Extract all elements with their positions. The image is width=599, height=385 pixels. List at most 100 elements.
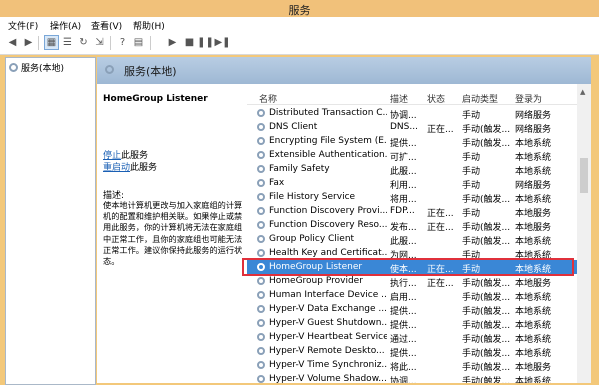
list-icon[interactable]: ☰ bbox=[61, 36, 74, 49]
service-name: Human Interface Device ... bbox=[269, 290, 387, 300]
description-text: 使本地计算机更改与加入家庭组的计算机的配置和维护相关联。如果停止或禁用此服务，你… bbox=[103, 200, 243, 267]
service-gear-icon bbox=[257, 235, 265, 243]
column-header-row: 名称 描述 状态 启动类型 登录为 bbox=[247, 84, 587, 105]
console-tree: 服务(本地) bbox=[5, 57, 96, 385]
table-row[interactable]: Hyper-V Heartbeat Service 通过... 手动(触发... 本地… bbox=[247, 330, 587, 345]
service-gear-icon bbox=[257, 277, 265, 285]
service-name: File History Service bbox=[269, 192, 356, 202]
tree-item-label: 服务(本地) bbox=[21, 64, 65, 74]
window-title: 服务 bbox=[288, 4, 311, 17]
restart-action: 重启动此服务 bbox=[103, 160, 157, 173]
table-row[interactable]: DNS Client DNS... 正在... 手动(触发... 网络服务 bbox=[247, 120, 587, 135]
service-gear-icon bbox=[257, 291, 265, 299]
service-logon: 本地系统 bbox=[515, 377, 552, 383]
menu-action[interactable]: 操作(A) bbox=[50, 19, 81, 32]
service-name: Encrypting File System (E... bbox=[269, 136, 387, 146]
service-gear-icon bbox=[257, 221, 265, 229]
services-pane: 服务(本地) HomeGroup Listener 停止此服务 重启动此服务 描… bbox=[97, 57, 599, 383]
vertical-scrollbar[interactable]: ▲ bbox=[577, 84, 591, 383]
service-gear-icon bbox=[257, 151, 265, 159]
services-gear-icon bbox=[9, 63, 18, 72]
service-name: Health Key and Certificat... bbox=[269, 248, 387, 258]
extended-description-panel: HomeGroup Listener 停止此服务 重启动此服务 描述: 使本地计… bbox=[97, 84, 247, 383]
scroll-thumb[interactable] bbox=[580, 158, 588, 193]
column-header-name[interactable]: 名称 bbox=[259, 92, 277, 105]
help-icon[interactable]: ? bbox=[116, 36, 129, 49]
table-row[interactable]: Hyper-V Guest Shutdown... 提供... 手动(触发... 本地… bbox=[247, 316, 587, 331]
stop-service-icon[interactable]: ■ bbox=[183, 36, 196, 49]
service-name: Hyper-V Data Exchange ... bbox=[269, 304, 387, 314]
service-gear-icon bbox=[257, 361, 265, 369]
service-gear-icon bbox=[257, 207, 265, 215]
tree-item-services-local[interactable]: 服务(本地) bbox=[9, 61, 64, 74]
scroll-up-icon[interactable]: ▲ bbox=[580, 88, 585, 96]
menu-help[interactable]: 帮助(H) bbox=[133, 19, 165, 32]
service-name: Distributed Transaction C... bbox=[269, 108, 387, 118]
export-list-icon[interactable]: ⇲ bbox=[93, 36, 106, 49]
service-name: Function Discovery Reso... bbox=[269, 220, 387, 230]
service-gear-icon bbox=[257, 319, 265, 327]
table-row[interactable]: File History Service 将用... 手动(触发... 本地系统 bbox=[247, 190, 587, 205]
service-name: HomeGroup Provider bbox=[269, 276, 363, 286]
restart-service-icon[interactable]: ▶❚ bbox=[214, 36, 230, 49]
back-icon[interactable]: ◀ bbox=[6, 36, 19, 49]
table-row[interactable]: Extensible Authentication... 可扩... 手动 本地系统 bbox=[247, 148, 587, 163]
title-bar: 服务 bbox=[0, 0, 599, 17]
table-row[interactable]: Distributed Transaction C... 协调... 手动 网络服务 bbox=[247, 106, 587, 121]
table-row[interactable]: Family Safety 此服... 手动 本地系统 bbox=[247, 162, 587, 177]
service-name: Function Discovery Provi... bbox=[269, 206, 387, 216]
table-row[interactable]: HomeGroup Provider 执行... 正在... 手动(触发... 本地服务 bbox=[247, 274, 587, 289]
column-header-status[interactable]: 状态 bbox=[427, 92, 445, 105]
service-name: DNS Client bbox=[269, 122, 318, 132]
highlight-box bbox=[242, 258, 574, 276]
service-gear-icon bbox=[257, 179, 265, 187]
table-row[interactable]: Hyper-V Data Exchange ... 提供... 手动(触发... 本地… bbox=[247, 302, 587, 317]
service-description: FDP... bbox=[390, 206, 415, 216]
service-gear-icon bbox=[257, 333, 265, 341]
service-name: Group Policy Client bbox=[269, 234, 355, 244]
service-name: Hyper-V Time Synchroniz... bbox=[269, 360, 387, 370]
services-table: 名称 描述 状态 启动类型 登录为 Distributed Transactio… bbox=[247, 84, 587, 383]
service-gear-icon bbox=[257, 249, 265, 257]
table-row[interactable]: Hyper-V Time Synchroniz... 将此... 手动(触发... 本… bbox=[247, 358, 587, 373]
toolbar-separator bbox=[38, 36, 39, 50]
toolbar: ◀ ▶ ▦ ☰ ↻ ⇲ ? ▤ ▶ ■ ❚❚ ▶❚ bbox=[0, 33, 599, 55]
table-row[interactable]: Function Discovery Reso... 发布... 正在... 手动(触… bbox=[247, 218, 587, 233]
service-description: DNS... bbox=[390, 122, 418, 132]
column-header-logon-as[interactable]: 登录为 bbox=[515, 92, 542, 105]
menu-view[interactable]: 查看(V) bbox=[91, 19, 122, 32]
menu-file[interactable]: 文件(F) bbox=[8, 19, 38, 32]
window-edge bbox=[591, 57, 599, 383]
properties-icon[interactable]: ▤ bbox=[132, 36, 145, 49]
service-gear-icon bbox=[257, 123, 265, 131]
column-header-description[interactable]: 描述 bbox=[390, 92, 408, 105]
table-row[interactable]: Group Policy Client 此服... 手动(触发... 本地系统 bbox=[247, 232, 587, 247]
service-gear-icon bbox=[257, 305, 265, 313]
table-row[interactable]: Fax 利用... 手动 网络服务 bbox=[247, 176, 587, 191]
service-name: Hyper-V Remote Deskto... bbox=[269, 346, 385, 356]
pane-header: 服务(本地) bbox=[97, 57, 599, 84]
service-name: Extensible Authentication... bbox=[269, 150, 387, 160]
table-row[interactable]: Hyper-V Remote Deskto... 提供... 手动(触发... 本地系… bbox=[247, 344, 587, 359]
forward-icon[interactable]: ▶ bbox=[22, 36, 35, 49]
table-row[interactable]: Human Interface Device ... 启用... 手动(触发... 本… bbox=[247, 288, 587, 303]
table-row[interactable]: Function Discovery Provi... FDP... 正在... 手动… bbox=[247, 204, 587, 219]
service-gear-icon bbox=[257, 137, 265, 145]
table-row[interactable]: Hyper-V Volume Shadow... 协调... 手动(触发... 本地系… bbox=[247, 372, 587, 383]
service-gear-icon bbox=[257, 165, 265, 173]
service-gear-icon bbox=[257, 193, 265, 201]
restart-service-link[interactable]: 重启动 bbox=[103, 163, 130, 173]
toolbar-separator bbox=[110, 36, 111, 50]
service-name: Hyper-V Heartbeat Service bbox=[269, 332, 387, 342]
service-name: Hyper-V Volume Shadow... bbox=[269, 374, 387, 383]
services-gear-icon bbox=[105, 65, 114, 74]
pause-service-icon[interactable]: ❚❚ bbox=[197, 36, 214, 49]
show-hide-console-tree-icon[interactable]: ▦ bbox=[44, 35, 59, 50]
menu-bar: 文件(F) 操作(A) 查看(V) 帮助(H) bbox=[0, 17, 599, 33]
refresh-icon[interactable]: ↻ bbox=[77, 36, 90, 49]
restart-suffix: 此服务 bbox=[130, 163, 158, 173]
table-row[interactable]: Encrypting File System (E... 提供... 手动(触发..… bbox=[247, 134, 587, 149]
start-service-icon[interactable]: ▶ bbox=[166, 36, 179, 49]
column-header-startup-type[interactable]: 启动类型 bbox=[462, 92, 498, 105]
selected-service-name: HomeGroup Listener bbox=[103, 94, 208, 104]
